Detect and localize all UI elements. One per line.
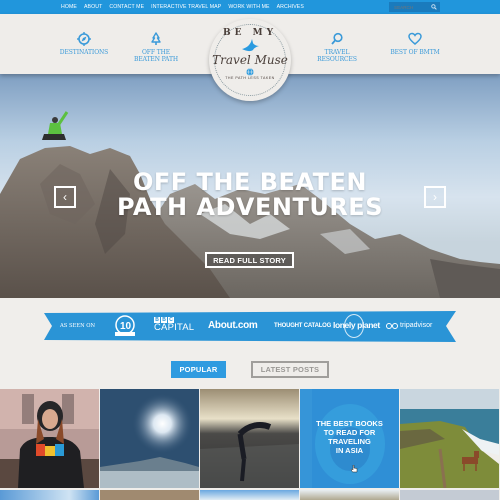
logo-tagline: THE PATH LESS TAKEN [225,76,275,80]
featured-post-tile[interactable]: THE BEST BOOKS TO READ FOR TRAVELING IN … [300,389,399,488]
post-tile[interactable] [400,389,499,488]
post-image-coast [400,389,499,488]
featured-post-title: THE BEST BOOKS TO READ FOR TRAVELING IN … [300,419,399,455]
search-box [389,2,440,12]
svg-text:10: 10 [120,321,132,332]
title-line: TO READ FOR [323,428,376,437]
category-label: TRAVEL [324,49,350,56]
nav-about[interactable]: ABOUT [84,4,102,10]
nav-contact[interactable]: CONTACT ME [109,4,144,10]
magnifier-icon [331,32,343,45]
title-line: THE BEST BOOKS [316,419,383,428]
tripadvisor-logo[interactable]: tripadvisor [386,322,432,329]
category-label: OFF THE [141,49,171,56]
tab-popular[interactable]: POPULAR [171,361,226,378]
logo-script: Travel Muse [212,53,288,67]
nav-home[interactable]: HOME [61,4,77,10]
post-tile[interactable] [0,389,99,488]
hand-cursor-icon [351,465,358,473]
logo-be-my: BE MY [223,28,277,38]
heart-icon [408,32,422,45]
search-icon[interactable] [431,4,437,10]
press-ribbon: AS SEEN ON 10 B B C CAPITAL About.com TH… [44,311,456,342]
title-line: IN ASIA [335,446,364,455]
category-best-of-bmtm[interactable]: BEST OF BMTM [375,32,455,56]
tab-latest-posts[interactable]: LATEST POSTS [251,361,329,378]
chevron-right-icon: › [433,190,437,204]
post-tile-row2[interactable] [0,490,99,500]
top-nav: HOME ABOUT CONTACT ME INTERACTIVE TRAVEL… [61,0,304,14]
post-grid: THE BEST BOOKS TO READ FOR TRAVELING IN … [0,389,500,500]
post-image-woman [0,389,99,488]
bbc-capital-logo[interactable]: B B C CAPITAL [154,317,194,332]
post-image-sky [100,389,199,488]
globe-icon [246,68,254,76]
nav-archives[interactable]: ARCHIVES [277,4,304,10]
category-off-the-beaten-path[interactable]: OFF THE BEATEN PATH [116,32,196,63]
category-destinations[interactable]: DESTINATIONS [44,32,124,56]
hero-slider: OFF THE BEATEN PATH ADVENTURES ‹ › READ … [0,74,500,298]
tree-icon [151,32,161,45]
category-label: BEATEN PATH [134,56,178,63]
prev-slide-button[interactable]: ‹ [54,186,76,208]
bbc-capital-text: CAPITAL [154,322,195,333]
chevron-left-icon: ‹ [63,190,67,204]
title-line: TRAVELING [328,437,371,446]
nav-travel-map[interactable]: INTERACTIVE TRAVEL MAP [151,4,221,10]
post-tile-row2[interactable] [300,490,399,500]
10best-logo[interactable]: 10 [112,314,138,338]
search-input[interactable] [394,4,430,10]
next-slide-button[interactable]: › [424,186,446,208]
lonely-planet-logo[interactable]: lonely planet [333,320,380,330]
category-label: BEST OF BMTM [390,49,440,56]
nav-work-with-me[interactable]: WORK WITH ME [228,4,269,10]
category-label: DESTINATIONS [59,49,109,56]
thought-catalog-logo[interactable]: THOUGHT CATALOG [274,323,331,329]
post-tile-row2[interactable] [400,490,499,500]
as-seen-on-label: AS SEEN ON [60,323,96,329]
post-image-beach [200,389,299,488]
about-com-logo[interactable]: About.com [208,320,258,331]
post-tile-row2[interactable] [200,490,299,500]
category-travel-resources[interactable]: TRAVEL RESOURCES [297,32,377,63]
bird-icon [242,39,259,52]
site-logo[interactable]: BE MY Travel Muse THE PATH LESS TAKEN [209,19,291,101]
tripadvisor-text: tripadvisor [400,322,433,329]
compass-icon [77,32,91,46]
read-full-story-button[interactable]: READ FULL STORY [205,252,294,268]
category-label: RESOURCES [317,56,357,63]
post-tile-row2[interactable] [100,490,199,500]
post-tile[interactable] [200,389,299,488]
tripadvisor-owl-icon [386,322,398,329]
post-tile[interactable] [100,389,199,488]
